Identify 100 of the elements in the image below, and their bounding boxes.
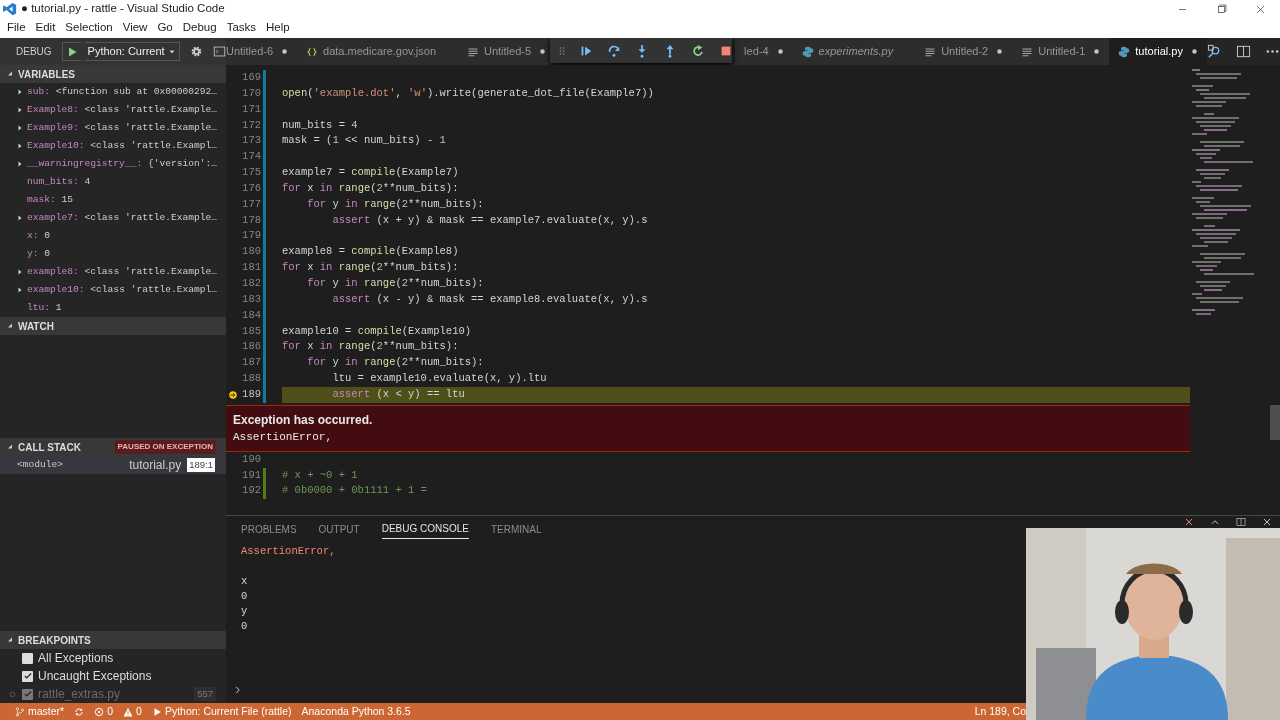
code-line: mask = (1 << num_bits) - 1 bbox=[282, 133, 446, 149]
code-line: num_bits = 4 bbox=[282, 117, 358, 133]
editor-tab[interactable]: Untitled-6 bbox=[226, 38, 298, 65]
code-line: example10 = compile(Example10) bbox=[282, 323, 472, 339]
variable-text[interactable]: y: 0 bbox=[27, 246, 51, 262]
stack-frame[interactable]: <module> tutorial.py 189:1 bbox=[0, 456, 226, 474]
line-number: 192 bbox=[241, 483, 261, 499]
code-line: assert (x < y) == ltu bbox=[331, 386, 465, 402]
warnings-button[interactable]: 0 bbox=[118, 703, 147, 720]
menu-item[interactable]: Selection bbox=[60, 19, 118, 37]
code-line: # x + ~0 + 1 bbox=[282, 467, 358, 483]
menu-item[interactable]: Tasks bbox=[221, 19, 262, 37]
line-number: 187 bbox=[241, 355, 261, 371]
variable-text[interactable]: example8: <class 'rattle.Example… bbox=[27, 264, 217, 280]
section-header[interactable]: VARIABLES bbox=[0, 65, 226, 83]
line-number: 184 bbox=[241, 307, 261, 323]
exception-title: Exception has occurred. bbox=[233, 411, 374, 429]
panel-tab[interactable]: DEBUG CONSOLE bbox=[381, 519, 469, 539]
line-number: 191 bbox=[241, 467, 261, 483]
code-line: # 0b0000 + 0b1111 + 1 = bbox=[282, 483, 427, 499]
code-line: for y in range(2**num_bits): bbox=[306, 196, 484, 212]
console-output: 0 bbox=[241, 620, 248, 632]
errors-button[interactable]: 0 bbox=[89, 703, 119, 720]
code-line: ltu = example10.evaluate(x, y).ltu bbox=[331, 371, 547, 387]
line-number: 172 bbox=[241, 117, 261, 133]
editor-tab[interactable]: data.medicare.gov.json bbox=[297, 38, 458, 65]
variable-text[interactable]: mask: 15 bbox=[27, 192, 74, 208]
line-number: 190 bbox=[241, 451, 261, 467]
status-badge: PAUSED ON EXCEPTION bbox=[114, 440, 216, 454]
line-number: 179 bbox=[241, 228, 261, 244]
line-number: 177 bbox=[241, 196, 261, 212]
panel-tab[interactable]: PROBLEMS bbox=[241, 519, 297, 539]
line-number: 189 bbox=[241, 386, 261, 402]
console-output: 0 bbox=[241, 590, 248, 602]
console-output: y bbox=[241, 605, 248, 617]
interpreter-button[interactable]: Anaconda Python 3.6.5 bbox=[296, 703, 416, 720]
frame-file: tutorial.py bbox=[129, 457, 182, 474]
line-number: 188 bbox=[241, 371, 261, 387]
launch-button[interactable]: Python: Current File (rattle) bbox=[146, 703, 297, 720]
line-number: 185 bbox=[241, 323, 261, 339]
editor-tab[interactable]: led-4 bbox=[735, 38, 793, 65]
variable-text[interactable]: __warningregistry__: {'version':… bbox=[27, 156, 217, 172]
menu-item[interactable]: Help bbox=[261, 19, 295, 37]
line-number: 171 bbox=[241, 101, 261, 117]
variable-text[interactable]: x: 0 bbox=[27, 228, 51, 244]
variable-text[interactable]: example7: <class 'rattle.Example… bbox=[27, 210, 217, 226]
code-line: assert (x + y) & mask == example7.evaluate(x, y).s bbox=[331, 212, 648, 228]
panel-tab[interactable]: OUTPUT bbox=[318, 519, 360, 539]
cursor-position-button[interactable]: Ln 189, Co bbox=[969, 703, 1026, 720]
variable-text[interactable]: num_bits: 4 bbox=[27, 174, 91, 190]
variable-text[interactable]: ltu: 1 bbox=[27, 300, 62, 316]
menu-item[interactable]: Go bbox=[152, 19, 178, 37]
line-number: 181 bbox=[241, 260, 261, 276]
line-number: 182 bbox=[241, 276, 261, 291]
editor-tab[interactable]: experiments.py bbox=[792, 38, 916, 65]
line-number: 183 bbox=[241, 291, 261, 307]
menu-item[interactable]: Debug bbox=[177, 19, 222, 37]
menu-item[interactable]: Edit bbox=[30, 19, 61, 37]
panel-tab[interactable]: TERMINAL bbox=[490, 519, 542, 539]
line-number: 176 bbox=[241, 180, 261, 196]
code-line: for x in range(2**num_bits): bbox=[282, 180, 459, 196]
code-line: open('example.dot', 'w').write(generate_dot_file(Example7)) bbox=[282, 85, 654, 101]
branch-button[interactable]: master* bbox=[10, 703, 70, 720]
code-line: for y in range(2**num_bits): bbox=[306, 355, 484, 371]
exception-message: AssertionError, bbox=[233, 429, 334, 445]
line-number: 170 bbox=[241, 85, 261, 101]
variable-text[interactable]: example10: <class 'rattle.Exampl… bbox=[27, 282, 217, 298]
editor-tab[interactable]: Untitled-2 bbox=[915, 38, 1013, 65]
section-header[interactable]: BREAKPOINTS bbox=[0, 631, 226, 649]
variable-text[interactable]: Example8: <class 'rattle.Example… bbox=[27, 102, 217, 118]
error-output: AssertionError, bbox=[241, 545, 336, 557]
line-number: 186 bbox=[241, 339, 261, 355]
position-badge: 189:1 bbox=[187, 457, 215, 473]
code-line: for x in range(2**num_bits): bbox=[282, 339, 459, 355]
line-number: 173 bbox=[241, 133, 261, 149]
configuration-select[interactable]: Python: Current bbox=[84, 42, 180, 61]
menu-item[interactable]: View bbox=[117, 19, 153, 37]
editor-tab[interactable]: Untitled-1 bbox=[1012, 38, 1110, 65]
line-number: 174 bbox=[241, 149, 261, 165]
code-line: for y in range(2**num_bits): bbox=[306, 276, 484, 291]
editor-tab[interactable]: Untitled-5 bbox=[458, 38, 556, 65]
editor-tab[interactable]: tutorial.py bbox=[1109, 38, 1207, 65]
code-line: example8 = compile(Example8) bbox=[282, 244, 459, 260]
breakpoint-label: Uncaught Exceptions bbox=[38, 668, 152, 685]
breakpoint-label: All Exceptions bbox=[38, 650, 114, 667]
section-header[interactable]: CALL STACK PAUSED ON EXCEPTION bbox=[0, 438, 226, 456]
breakpoint-label: rattle_extras.py bbox=[38, 686, 121, 703]
variable-text[interactable]: Example9: <class 'rattle.Example… bbox=[27, 120, 217, 136]
line-badge: 557 bbox=[194, 686, 216, 702]
line-number: 178 bbox=[241, 212, 261, 228]
code-line: example7 = compile(Example7) bbox=[282, 165, 459, 181]
line-number: 180 bbox=[241, 244, 261, 260]
console-output: x bbox=[241, 575, 248, 587]
variable-text[interactable]: sub: <function sub at 0x00000292… bbox=[27, 84, 217, 100]
variable-text[interactable]: Example10: <class 'rattle.Exampl… bbox=[27, 138, 217, 154]
line-number: 169 bbox=[241, 70, 261, 86]
menu-item[interactable]: File bbox=[2, 19, 31, 37]
section-header[interactable]: WATCH bbox=[0, 317, 226, 335]
window-title: ● tutorial.py - rattle - Visual Studio Code bbox=[21, 1, 225, 17]
code-line: for x in range(2**num_bits): bbox=[282, 260, 459, 276]
